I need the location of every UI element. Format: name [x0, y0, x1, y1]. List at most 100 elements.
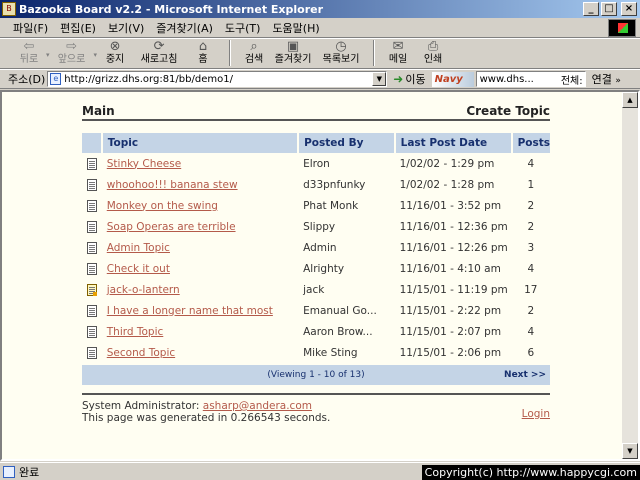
- topic-link[interactable]: Monkey on the swing: [107, 200, 218, 212]
- address-input[interactable]: e http://grizz.dhs.org:81/bb/demo1/ ▼: [47, 71, 388, 87]
- minimize-button[interactable]: _: [583, 2, 599, 16]
- stop-label: 중지: [105, 54, 125, 65]
- topic-link[interactable]: Third Topic: [107, 326, 164, 338]
- toolbar-separator-2: [373, 40, 376, 66]
- menu-favorites[interactable]: 즐겨찾기(A): [151, 20, 218, 36]
- forward-label: 앞으로: [57, 54, 86, 65]
- topic-title-cell: jack-o-lantern: [102, 279, 298, 300]
- topic-document-icon: [86, 241, 97, 254]
- next-page-link[interactable]: Next >>: [504, 370, 546, 380]
- back-arrow-icon: ⇦: [23, 39, 35, 54]
- vertical-scrollbar[interactable]: ▲ ▼: [622, 92, 638, 459]
- topic-link[interactable]: Soap Operas are terrible: [107, 221, 236, 233]
- navy-logo[interactable]: Navy: [431, 71, 474, 87]
- menu-file[interactable]: 파일(F): [8, 20, 53, 36]
- topic-author: Phat Monk: [303, 199, 359, 212]
- topic-author: d33pnfunky: [303, 178, 366, 191]
- login-link[interactable]: Login: [522, 408, 550, 420]
- search-icon: ⌕: [250, 39, 258, 54]
- topic-author: Alrighty: [303, 262, 345, 275]
- create-topic-link[interactable]: Create Topic: [466, 104, 550, 118]
- history-button[interactable]: ◷ 목록보기: [317, 39, 365, 66]
- main-title[interactable]: Main: [82, 104, 115, 118]
- topic-document-icon: [86, 304, 97, 317]
- menu-tools[interactable]: 도구(T): [220, 20, 266, 36]
- home-button[interactable]: ⌂ 홈: [185, 39, 221, 66]
- home-icon: ⌂: [198, 39, 208, 54]
- forward-button[interactable]: ⇨ 앞으로: [50, 39, 94, 66]
- topic-title-cell: Admin Topic: [102, 237, 298, 258]
- title-bar: B Bazooka Board v2.2 - Microsoft Interne…: [0, 0, 640, 18]
- table-row: Admin Topic Admin 11/16/01 - 12:26 pm 3: [82, 237, 550, 258]
- menu-view[interactable]: 보기(V): [103, 20, 149, 36]
- print-button[interactable]: ⎙ 인쇄: [413, 39, 453, 66]
- header-icon-cell: [82, 133, 103, 153]
- address-bar: 주소(D) e http://grizz.dhs.org:81/bb/demo1…: [0, 69, 640, 89]
- topic-post-count: 17: [524, 283, 538, 296]
- table-row: Monkey on the swing Phat Monk 11/16/01 - 3…: [82, 195, 550, 216]
- topic-last-post: 1/02/02 - 1:29 pm: [399, 157, 495, 170]
- topic-icon-cell: [82, 195, 102, 216]
- scroll-down-icon[interactable]: ▼: [622, 443, 638, 459]
- refresh-button[interactable]: ⟳ 새로고침: [133, 39, 185, 66]
- close-button[interactable]: ×: [621, 2, 637, 16]
- topic-author: Slippy: [303, 220, 336, 233]
- topic-post-count: 2: [527, 220, 535, 233]
- page-viewport: Main Create Topic Topic Posted By Last P…: [0, 90, 640, 461]
- topic-author: Admin: [303, 241, 337, 254]
- menu-edit[interactable]: 편집(E): [55, 20, 101, 36]
- topic-post-count: 6: [527, 346, 535, 359]
- topic-icon-cell: [82, 216, 102, 237]
- search-label: 검색: [244, 54, 264, 65]
- page-icon: e: [50, 73, 62, 85]
- topic-link[interactable]: Admin Topic: [107, 242, 170, 254]
- viewing-count: (Viewing 1 - 10 of 13): [267, 370, 365, 380]
- address-dropdown-icon[interactable]: ▼: [372, 72, 387, 86]
- topic-document-icon: [86, 199, 97, 212]
- topic-link[interactable]: I have a longer name that most: [107, 305, 273, 317]
- table-row: I have a longer name that most Emanual Go…: [82, 300, 550, 321]
- mail-button[interactable]: ✉ 메일: [383, 39, 413, 66]
- table-row: Third Topic Aaron Brow... 11/15/01 - 2:07 …: [82, 321, 550, 342]
- stop-button[interactable]: ⊗ 중지: [97, 39, 133, 66]
- links-button[interactable]: 연결 »: [592, 71, 621, 87]
- hot-topic-icon: [86, 283, 97, 296]
- topic-link[interactable]: Check it out: [107, 263, 170, 275]
- topic-author: jack: [303, 283, 325, 296]
- topic-last-post: 11/16/01 - 4:10 am: [399, 262, 501, 275]
- admin-email-link[interactable]: asharp@andera.com: [203, 400, 312, 412]
- scroll-up-icon[interactable]: ▲: [622, 92, 638, 108]
- topic-icon-cell: [82, 300, 102, 321]
- back-button[interactable]: ⇦ 뒤로: [12, 39, 46, 66]
- table-row: Second Topic Mike Sting 11/15/01 - 2:06 pm…: [82, 342, 550, 363]
- topic-post-count: 4: [527, 262, 535, 275]
- topic-link[interactable]: jack-o-lantern: [107, 284, 180, 296]
- navy-search-scope[interactable]: 전체:: [561, 72, 585, 87]
- topic-last-post: 11/15/01 - 2:06 pm: [399, 346, 502, 359]
- address-value: http://grizz.dhs.org:81/bb/demo1/: [64, 73, 233, 85]
- topic-link[interactable]: whoohoo!!! banana stew: [107, 179, 238, 191]
- topic-last-post: 11/16/01 - 3:52 pm: [399, 199, 502, 212]
- header-posted-by: Posted By: [298, 133, 396, 153]
- topic-icon-cell: [82, 321, 102, 342]
- maximize-button[interactable]: □: [601, 2, 617, 16]
- topic-author: Aaron Brow...: [303, 325, 373, 338]
- page-content: Main Create Topic Topic Posted By Last P…: [4, 92, 624, 459]
- navy-search-input[interactable]: www.dhs... 전체:: [475, 71, 586, 87]
- back-label: 뒤로: [19, 54, 39, 65]
- topic-link[interactable]: Stinky Cheese: [107, 158, 181, 170]
- topic-title-cell: Stinky Cheese: [102, 153, 298, 174]
- footer-divider: [82, 393, 550, 395]
- topic-last-post: 1/02/02 - 1:28 pm: [399, 178, 495, 191]
- topic-post-count: 1: [527, 178, 535, 191]
- topic-link[interactable]: Second Topic: [107, 347, 175, 359]
- topic-title-cell: Second Topic: [102, 342, 298, 363]
- menu-help[interactable]: 도움말(H): [267, 20, 324, 36]
- search-button[interactable]: ⌕ 검색: [239, 39, 269, 66]
- topic-document-icon: [86, 346, 97, 359]
- go-button[interactable]: ➜ 이동: [393, 71, 425, 87]
- favorites-button[interactable]: ▣ 즐겨찾기: [269, 39, 317, 66]
- topics-body: Stinky Cheese Elron 1/02/02 - 1:29 pm 4 whoo…: [82, 153, 550, 363]
- home-label: 홈: [198, 54, 208, 65]
- topic-last-post: 11/16/01 - 12:26 pm: [399, 241, 508, 254]
